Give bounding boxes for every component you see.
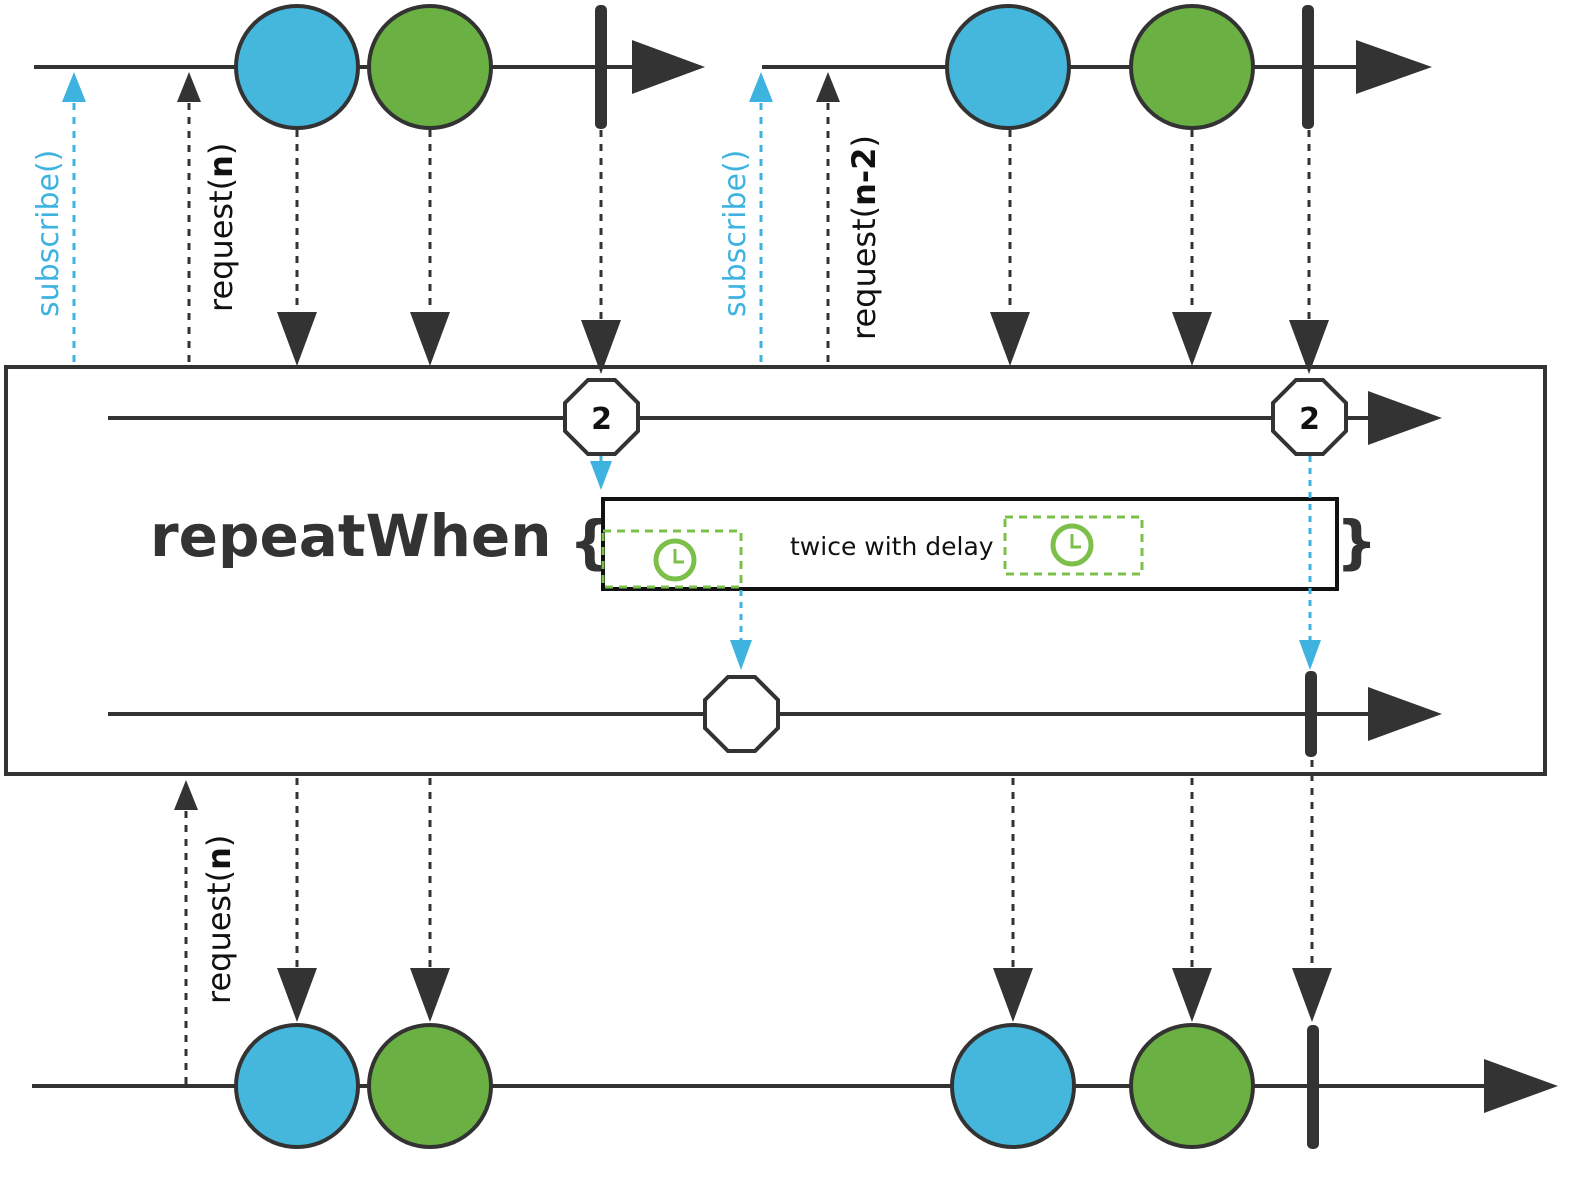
operator-name: repeatWhen [150, 502, 552, 570]
source-1-subscribe-label: subscribe() [31, 150, 66, 317]
source-2-request-arg: n-2 [845, 148, 883, 206]
source-1-item-blue [234, 4, 360, 130]
source-2-request-suffix: ) [845, 135, 883, 147]
source-1-item-green-down-arrow [410, 130, 450, 366]
source-2-item-blue [945, 4, 1071, 130]
output-item-blue-2 [950, 1023, 1076, 1149]
source-2-timeline-arrow [1356, 40, 1432, 94]
output-item-3-down-arrow [993, 778, 1033, 1022]
source-1-item-blue-down-arrow [277, 130, 317, 366]
output-request-prefix: request( [200, 870, 238, 1004]
output-request-label: request(n) [200, 835, 238, 1004]
output-item-green-1 [367, 1023, 493, 1149]
source-2-request-prefix: request( [845, 206, 883, 340]
operator-box: 2 2 repeatWhen { } twice with delay [4, 365, 1547, 776]
source-1-complete-marker [595, 5, 607, 129]
output-request-suffix: ) [200, 835, 238, 847]
source-1-complete-down-arrow [581, 130, 621, 374]
signal-octagon-1-value: 2 [591, 402, 612, 437]
signal-1-to-companion-arrow [590, 456, 612, 490]
companion-timeline-arrow [1368, 687, 1442, 741]
source-2-subscribe-label: subscribe() [718, 150, 753, 317]
operator-close-brace: } [1336, 508, 1377, 576]
delay-1-to-retrigger-arrow [730, 590, 752, 670]
source-2-complete-down-arrow [1289, 130, 1329, 374]
output-complete-marker [1307, 1025, 1319, 1149]
source-1-request-arg: n [202, 155, 240, 178]
output-complete-down-arrow [1292, 760, 1332, 1022]
source-2-timeline: subscribe() request(n-2) [718, 4, 1432, 374]
signal-octagon-2-value: 2 [1299, 402, 1320, 437]
source-1-timeline-arrow [632, 40, 705, 94]
source-2-item-green-down-arrow [1172, 130, 1212, 366]
source-1-timeline: subscribe() request(n) [31, 4, 705, 374]
companion-label: twice with delay [790, 532, 994, 561]
source-2-request-label: request(n-2) [845, 135, 883, 340]
output-item-green-2 [1129, 1023, 1255, 1149]
source-2-complete-marker [1302, 5, 1314, 129]
output-item-blue-1 [234, 1023, 360, 1149]
retrigger-octagon [703, 675, 780, 753]
output-timeline-arrow [1484, 1059, 1558, 1113]
output-timeline: request(n) [32, 760, 1558, 1149]
repeatwhen-marble-diagram: subscribe() request(n) subscribe() reque… [4, 4, 1558, 1149]
output-item-1-down-arrow [277, 778, 317, 1022]
output-item-2-down-arrow [410, 778, 450, 1022]
source-1-request-prefix: request( [202, 178, 240, 312]
source-1-item-green [367, 4, 493, 130]
source-1-request-label: request(n) [202, 143, 240, 312]
companion-complete-marker [1305, 671, 1317, 757]
signal-timeline-arrow [1368, 391, 1442, 445]
output-request-arrow [174, 780, 198, 1084]
output-request-arg: n [200, 847, 238, 870]
source-1-request-arrow [177, 72, 201, 362]
source-2-item-green [1129, 4, 1255, 130]
source-1-request-suffix: ) [202, 143, 240, 155]
source-2-request-arrow [816, 72, 840, 362]
source-2-item-blue-down-arrow [990, 130, 1030, 366]
signal-octagon-1: 2 [563, 378, 640, 456]
signal-octagon-2: 2 [1271, 378, 1348, 456]
output-item-4-down-arrow [1172, 778, 1212, 1022]
